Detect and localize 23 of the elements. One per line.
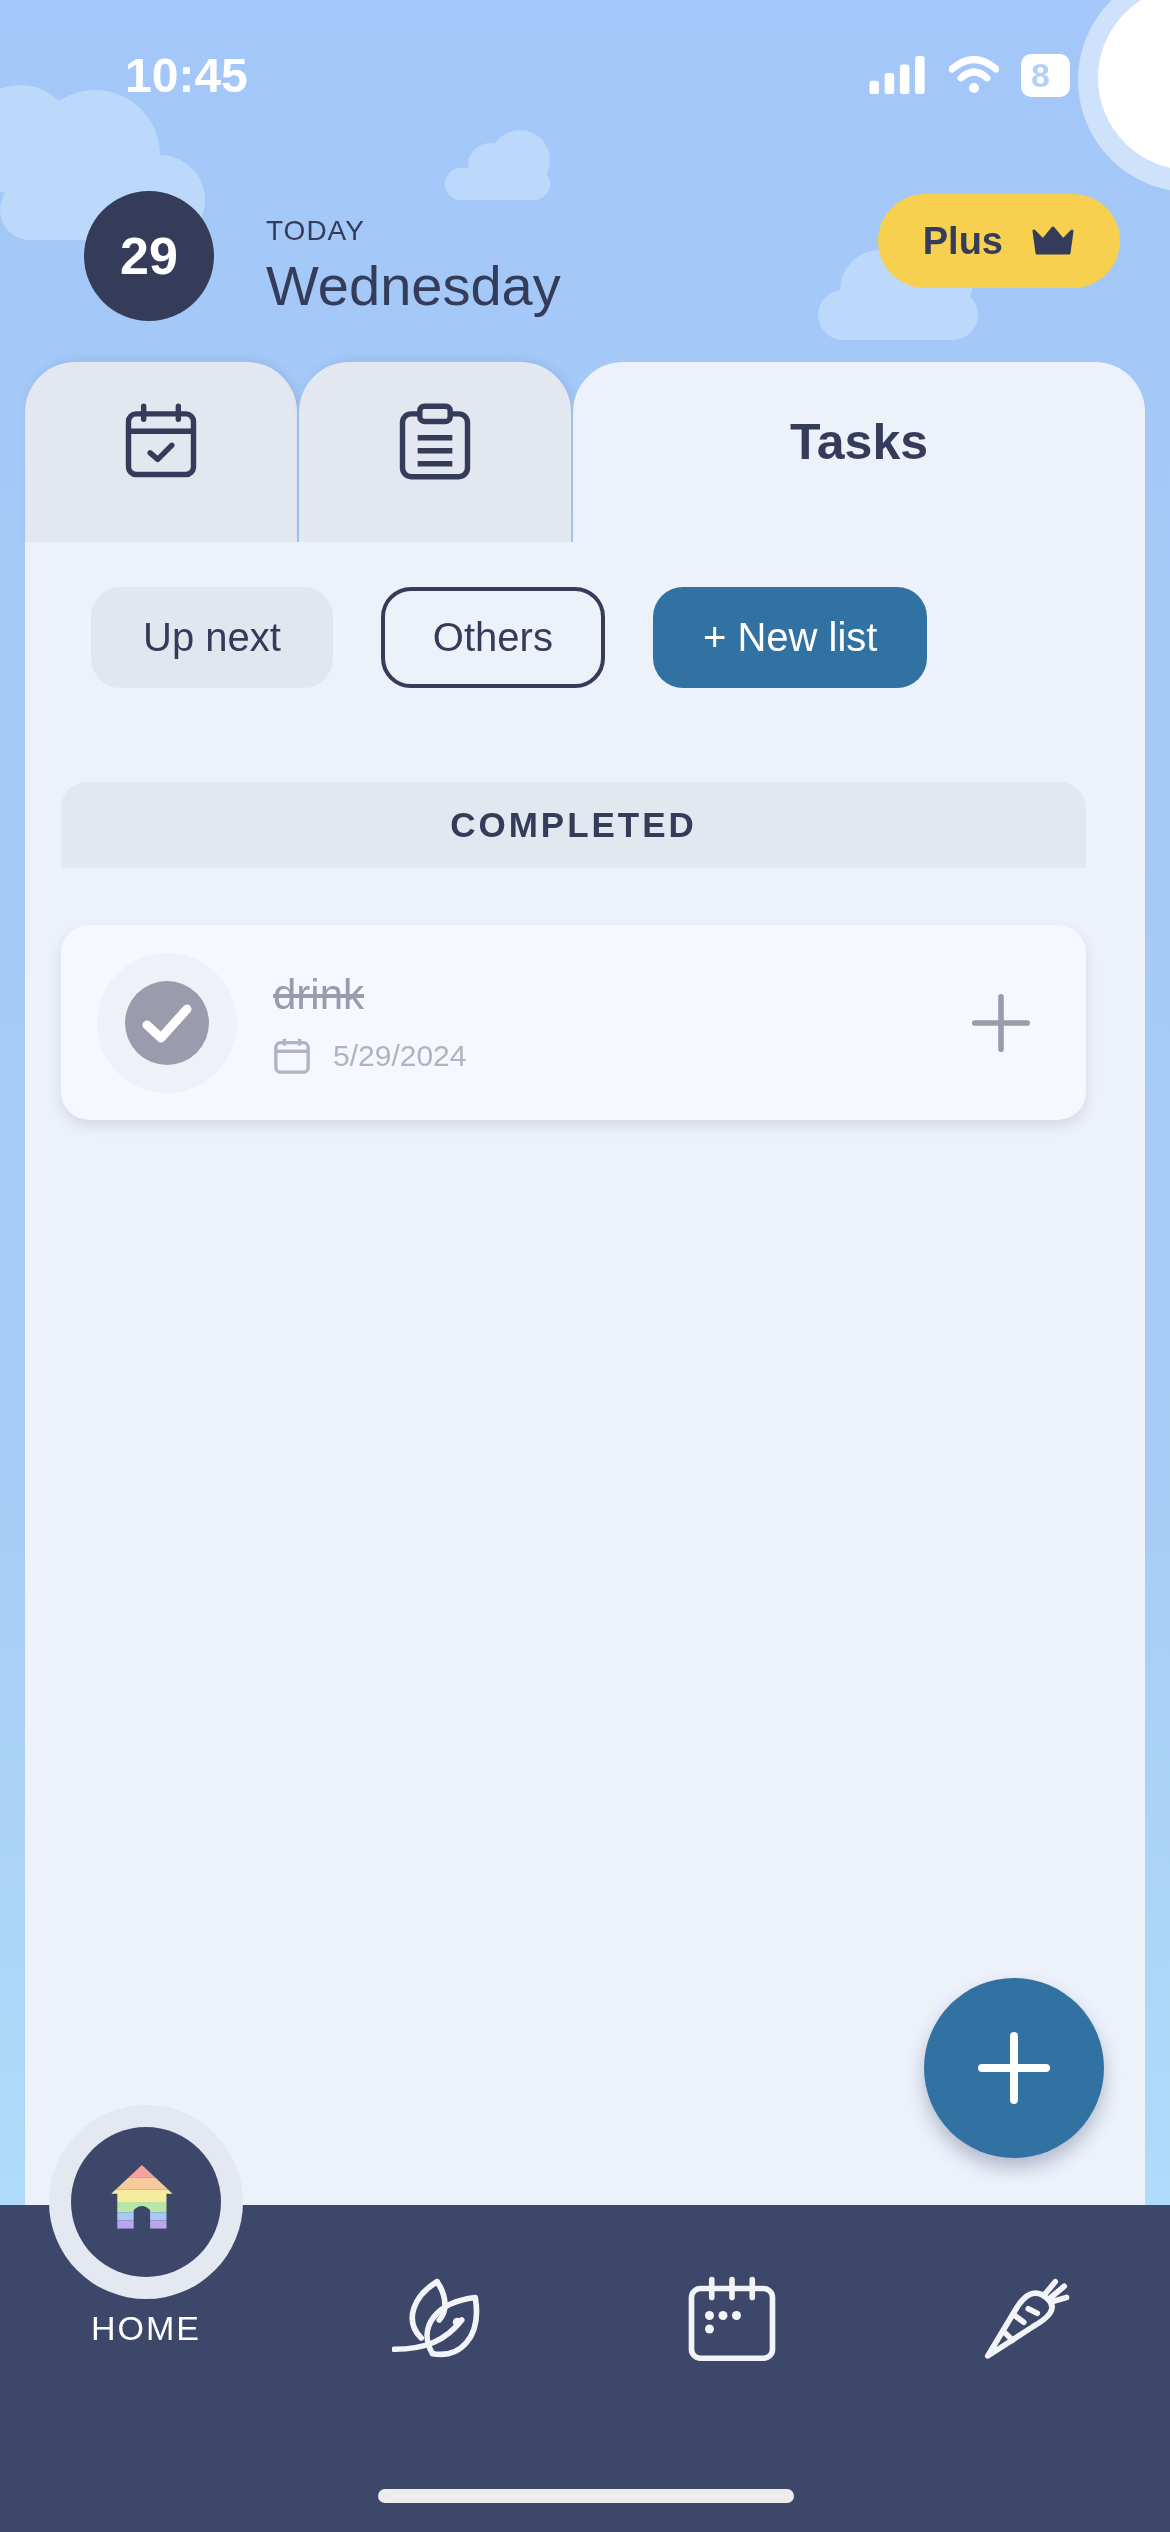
task-title: drink [273,970,366,1019]
checkbox[interactable] [125,980,209,1065]
task-date: 5/29/2024 [333,1038,467,1073]
tab[interactable] [299,362,571,542]
signal-icon [869,56,928,94]
filter-chip[interactable]: Up next [91,587,333,688]
tab[interactable] [25,362,297,542]
plus-icon[interactable] [971,992,1031,1053]
date-number: 29 [84,191,214,321]
plus-button[interactable]: Plus [877,194,1120,288]
tab[interactable]: Tasks [573,362,1145,542]
section-header: COMPLETED [61,782,1086,868]
nav-label: HOME [91,2309,201,2348]
today-label: TODAY [266,214,366,247]
plus-icon [978,2032,1050,2104]
filter-chip[interactable]: Others [380,587,605,688]
status-time: 10:45 [125,47,248,103]
battery-level: 8 [1021,53,1070,97]
weekday-title: Wednesday [266,252,562,318]
new-list-button[interactable]: + New list [652,587,928,688]
calendar-icon [273,1036,311,1075]
wifi-icon [949,56,1000,94]
crown-icon [1031,225,1075,257]
